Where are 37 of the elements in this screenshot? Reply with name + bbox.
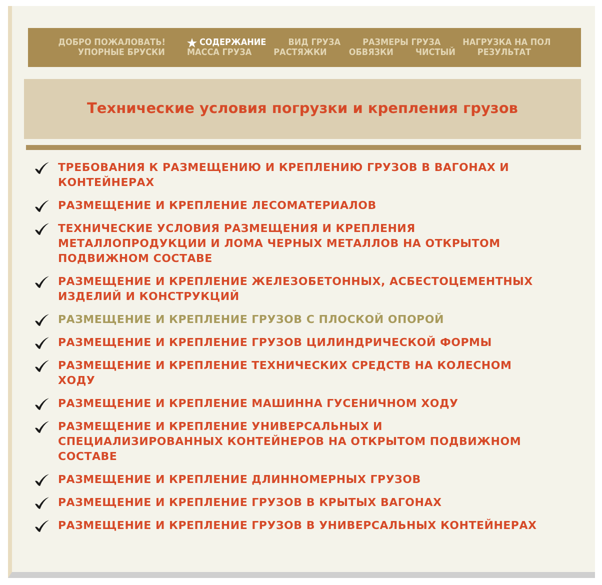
checkmark-icon <box>34 161 50 175</box>
contents-link[interactable]: РАЗМЕЩЕНИЕ И КРЕПЛЕНИЕ ДЛИННОМЕРНЫХ ГРУЗОВ <box>58 472 421 487</box>
checkmark-icon <box>34 222 50 236</box>
contents-link[interactable]: РАЗМЕЩЕНИЕ И КРЕПЛЕНИЕ ГРУЗОВ С ПЛОСКОЙ ОПОРОЙ <box>58 312 444 327</box>
contents-link[interactable]: РАЗМЕЩЕНИЕ И КРЕПЛЕНИЕ ГРУЗОВ ЦИЛИНДРИЧЕСКОЙ ФОРМЫ <box>58 335 492 350</box>
page-title: Технические условия погрузки и крепления грузов <box>87 101 518 117</box>
nav-link[interactable]: МАССА ГРУЗА <box>186 48 252 58</box>
nav-link[interactable]: РЕЗУЛЬТАТ <box>477 48 532 58</box>
contents-link[interactable]: РАЗМЕЩЕНИЕ И КРЕПЛЕНИЕ ГРУЗОВ В УНИВЕРСАЛЬНЫХ КОНТЕЙНЕРАХ <box>58 518 537 533</box>
nav-link[interactable]: РАЗМЕРЫ ГРУЗА <box>362 38 441 48</box>
checkmark-icon <box>34 420 50 434</box>
nav-link[interactable]: ЧИСТЫЙ <box>415 48 456 58</box>
checkmark-icon <box>34 473 50 487</box>
contents-link[interactable]: ТРЕБОВАНИЯ К РАЗМЕЩЕНИЮ И КРЕПЛЕНИЮ ГРУЗОВ В ВАГОНАХ И КОНТЕЙНЕРАХ <box>58 160 543 190</box>
nav-link[interactable]: ОБВЯЗКИ <box>348 48 394 58</box>
nav-link[interactable]: РАСТЯЖКИ <box>274 48 327 58</box>
nav-link[interactable]: ВИД ГРУЗА <box>288 38 341 48</box>
checkmark-icon <box>34 336 50 350</box>
contents-link[interactable]: ТЕХНИЧЕСКИЕ УСЛОВИЯ РАЗМЕЩЕНИЯ И КРЕПЛЕНИЯ МЕТАЛЛОПРОДУКЦИИ И ЛОМА ЧЕРНЫХ МЕТАЛЛОВ НА ОТКРЫТОМ ПОДВИЖНОМ СОСТАВЕ <box>58 221 543 266</box>
contents-link[interactable]: РАЗМЕЩЕНИЕ И КРЕПЛЕНИЕ ГРУЗОВ В КРЫТЫХ ВАГОНАХ <box>58 495 442 510</box>
star-icon <box>187 38 198 48</box>
contents-link[interactable]: РАЗМЕЩЕНИЕ И КРЕПЛЕНИЕ МАШИННА ГУСЕНИЧНОМ ХОДУ <box>58 396 458 411</box>
contents-link[interactable]: РАЗМЕЩЕНИЕ И КРЕПЛЕНИЕ ЛЕСОМАТЕРИАЛОВ <box>58 198 376 213</box>
checkmark-icon <box>34 397 50 411</box>
nav-link[interactable]: СОДЕРЖАНИЕ <box>187 38 266 48</box>
checkmark-icon <box>34 313 50 327</box>
contents-link[interactable]: РАЗМЕЩЕНИЕ И КРЕПЛЕНИЕ ТЕХНИЧЕСКИХ СРЕДСТВ НА КОЛЕСНОМ ХОДУ <box>58 358 543 388</box>
nav-link[interactable]: УПОРНЫЕ БРУСКИ <box>78 48 165 58</box>
checkmark-icon <box>34 275 50 289</box>
contents-link[interactable]: РАЗМЕЩЕНИЕ И КРЕПЛЕНИЕ ЖЕЛЕЗОБЕТОННЫХ, АСБЕСТОЦЕМЕНТНЫХ ИЗДЕЛИЙ И КОНСТРУКЦИЙ <box>58 274 543 304</box>
checkmark-icon <box>34 496 50 510</box>
contents-link[interactable]: РАЗМЕЩЕНИЕ И КРЕПЛЕНИЕ УНИВЕРСАЛЬНЫХ И СПЕЦИАЛИЗИРОВАННЫХ КОНТЕЙНЕРОВ НА ОТКРЫТОМ ПОДВИЖНОМ СОСТАВЕ <box>58 419 543 464</box>
checkmark-icon <box>34 199 50 213</box>
checkmark-icon <box>34 519 50 533</box>
checkmark-icon <box>34 359 50 373</box>
nav-link[interactable]: НАГРУЗКА НА ПОЛ <box>462 38 551 48</box>
nav-link[interactable]: ДОБРО ПОЖАЛОВАТЬ! <box>58 38 166 48</box>
